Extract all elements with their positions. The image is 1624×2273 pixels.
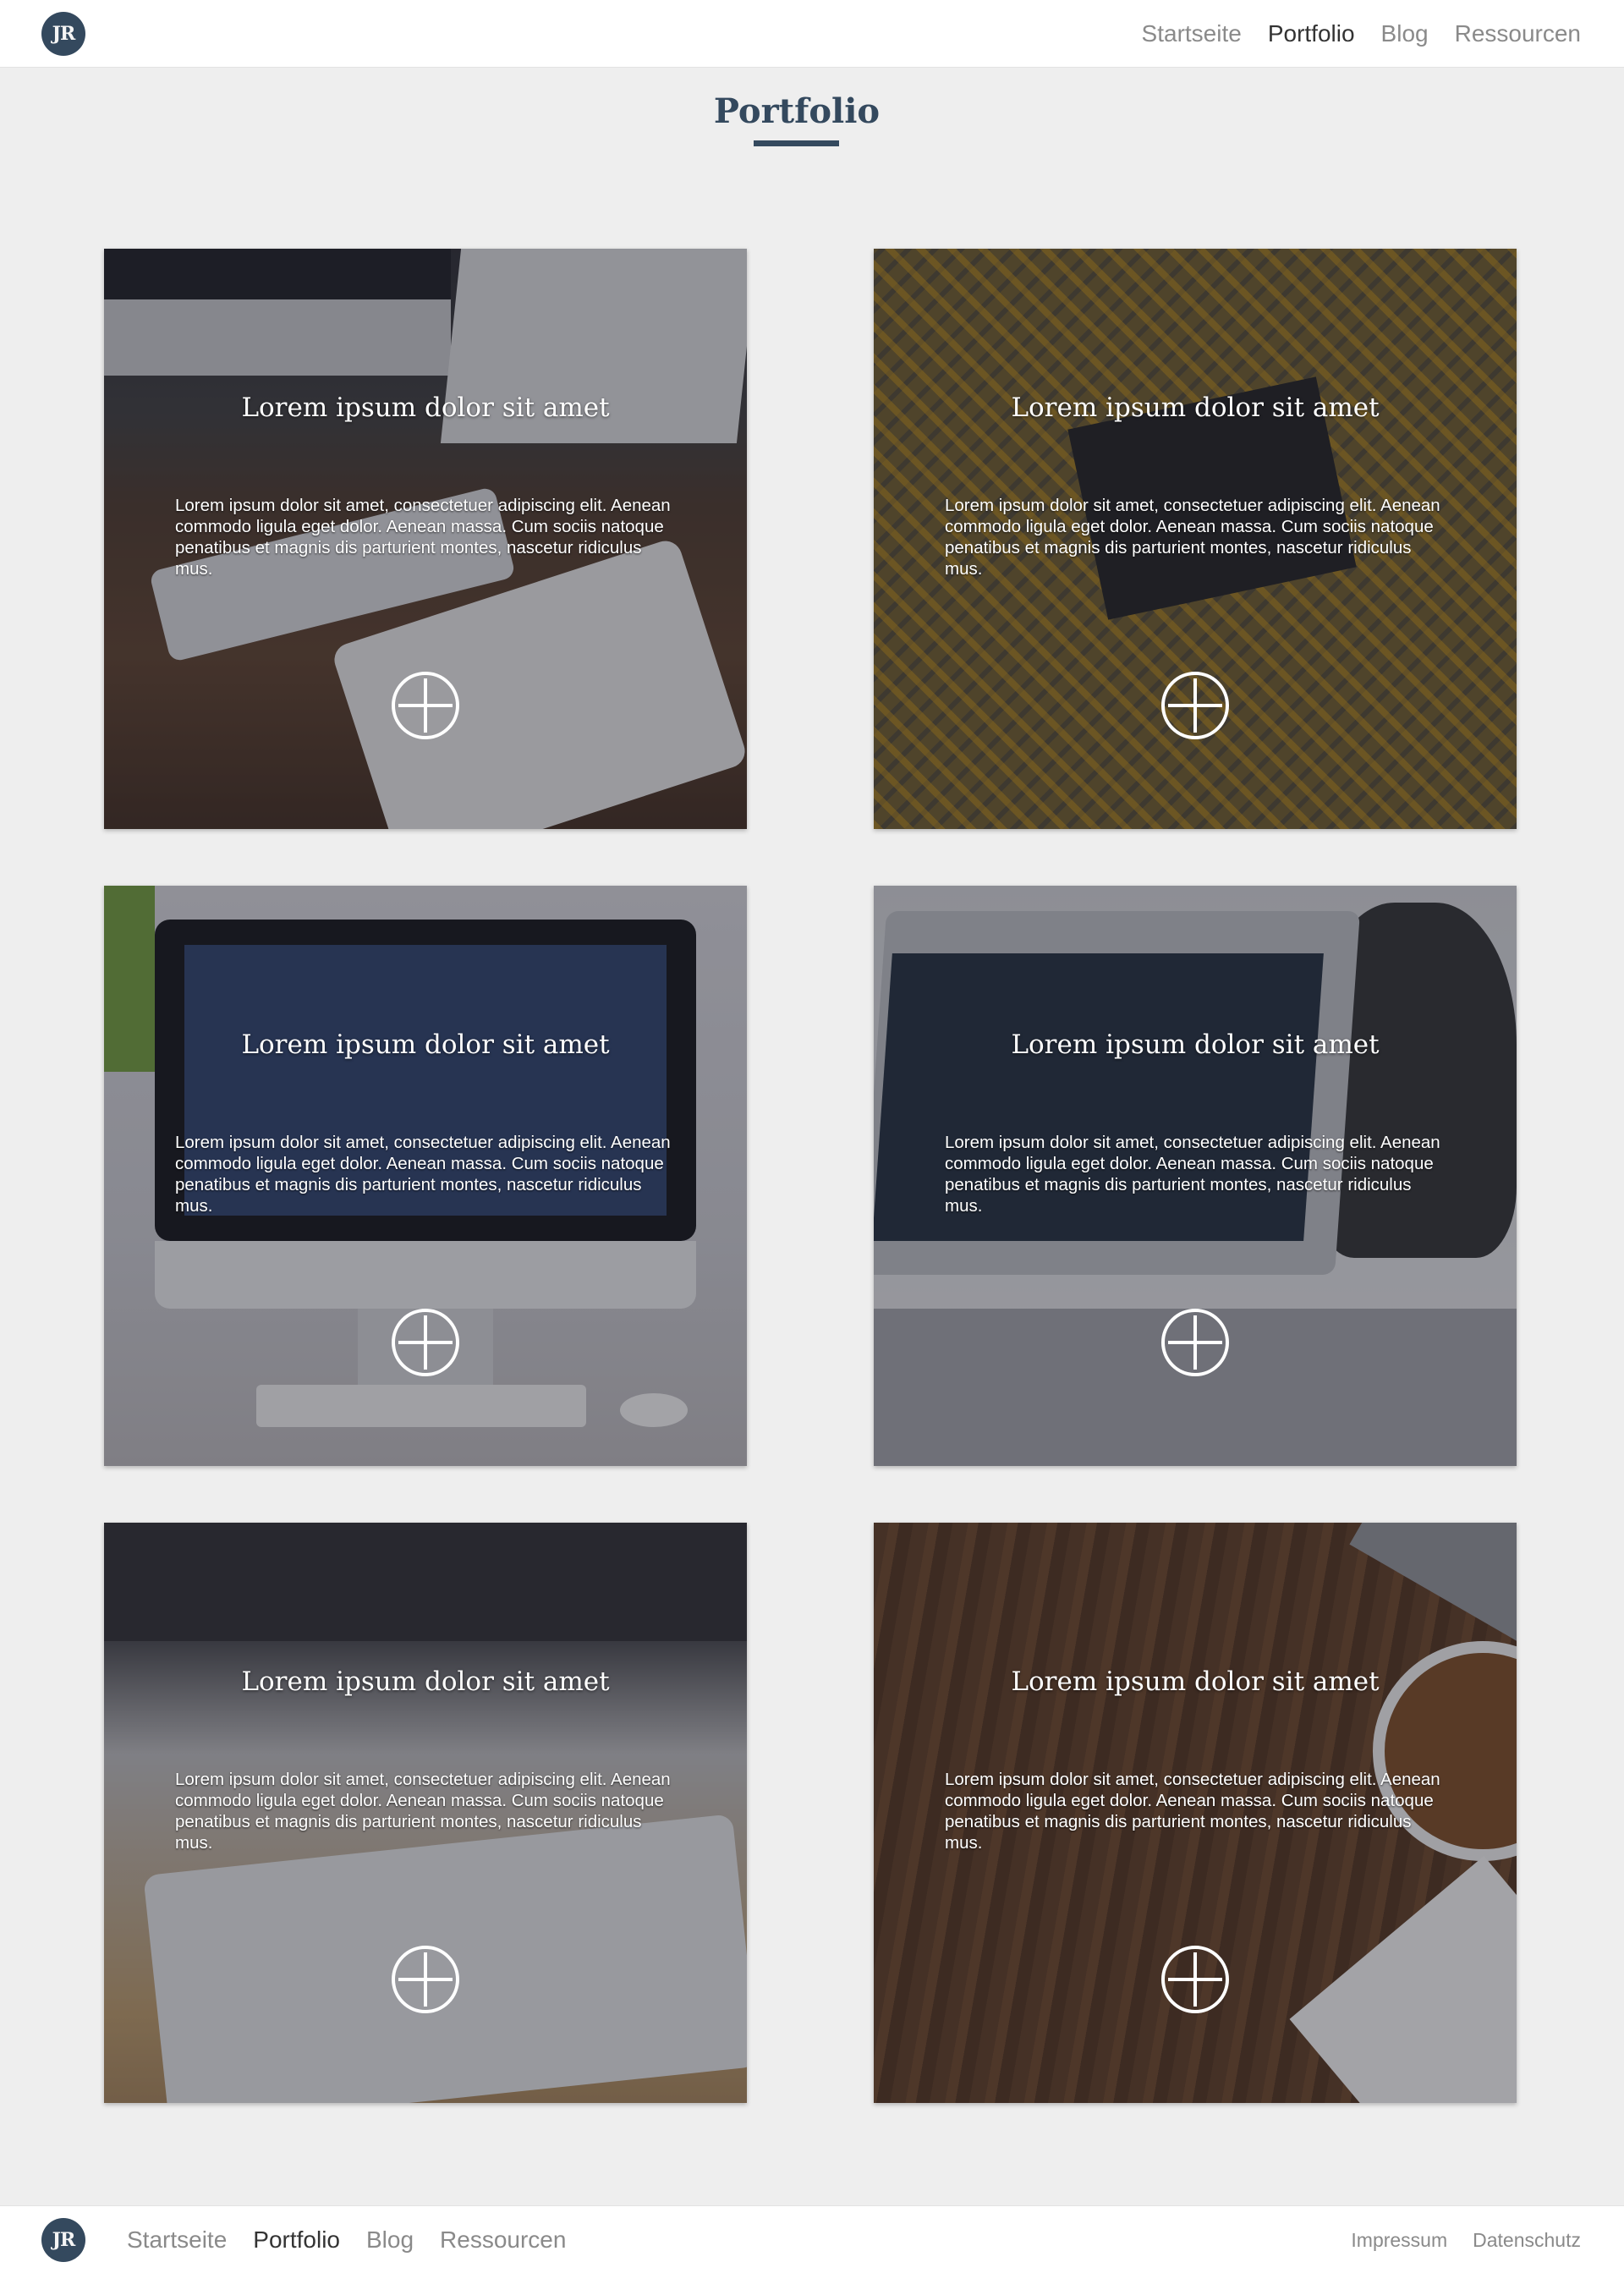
card-title: Lorem ipsum dolor sit amet [241,1666,610,1697]
footer: JR Startseite Portfolio Blog Ressourcen … [0,2205,1624,2273]
card-description: Lorem ipsum dolor sit amet, consectetuer… [945,1770,1440,1853]
card-title: Lorem ipsum dolor sit amet [241,1029,610,1060]
footer-nav: Startseite Portfolio Blog Ressourcen [127,2206,566,2273]
top-navbar: JR Startseite Portfolio Blog Ressourcen [0,0,1624,68]
plus-circle-icon[interactable] [392,672,459,739]
portfolio-card-1[interactable]: Lorem ipsum dolor sit amet Lorem ipsum d… [104,249,747,829]
title-underline [754,140,839,146]
portfolio-card-3[interactable]: Lorem ipsum dolor sit amet Lorem ipsum d… [104,886,747,1466]
portfolio-card-5[interactable]: Lorem ipsum dolor sit amet Lorem ipsum d… [104,1523,747,2103]
portfolio-card-2[interactable]: Lorem ipsum dolor sit amet Lorem ipsum d… [874,249,1517,829]
datenschutz-link[interactable]: Datenschutz [1473,2229,1581,2252]
card-title: Lorem ipsum dolor sit amet [1011,393,1380,423]
impressum-link[interactable]: Impressum [1351,2229,1447,2252]
page-title: Portfolio [713,91,881,131]
footer-nav-startseite[interactable]: Startseite [127,2226,227,2254]
footer-nav-blog[interactable]: Blog [366,2226,414,2254]
nav-ressourcen[interactable]: Ressourcen [1455,20,1581,47]
plus-circle-icon[interactable] [1161,1309,1229,1376]
card-description: Lorem ipsum dolor sit amet, consectetuer… [175,496,671,579]
card-title: Lorem ipsum dolor sit amet [241,393,610,423]
plus-circle-icon[interactable] [1161,672,1229,739]
legal-links: Impressum Datenschutz [1351,2206,1581,2273]
nav-portfolio[interactable]: Portfolio [1268,20,1355,47]
nav-blog[interactable]: Blog [1381,20,1429,47]
plus-circle-icon[interactable] [392,1946,459,2013]
card-description: Lorem ipsum dolor sit amet, consectetuer… [175,1770,671,1853]
card-description: Lorem ipsum dolor sit amet, consectetuer… [945,496,1440,579]
footer-nav-portfolio[interactable]: Portfolio [253,2226,340,2254]
portfolio-card-6[interactable]: Lorem ipsum dolor sit amet Lorem ipsum d… [874,1523,1517,2103]
portfolio-card-4[interactable]: Lorem ipsum dolor sit amet Lorem ipsum d… [874,886,1517,1466]
footer-logo-avatar[interactable]: JR [41,2218,85,2262]
footer-nav-ressourcen[interactable]: Ressourcen [440,2226,566,2254]
plus-circle-icon[interactable] [1161,1946,1229,2013]
card-description: Lorem ipsum dolor sit amet, consectetuer… [945,1133,1440,1216]
logo-avatar[interactable]: JR [41,12,85,56]
card-title: Lorem ipsum dolor sit amet [1011,1666,1380,1697]
main-nav: Startseite Portfolio Blog Ressourcen [1142,0,1581,68]
plus-circle-icon[interactable] [392,1309,459,1376]
card-description: Lorem ipsum dolor sit amet, consectetuer… [175,1133,671,1216]
nav-startseite[interactable]: Startseite [1142,20,1242,47]
card-title: Lorem ipsum dolor sit amet [1011,1029,1380,1060]
